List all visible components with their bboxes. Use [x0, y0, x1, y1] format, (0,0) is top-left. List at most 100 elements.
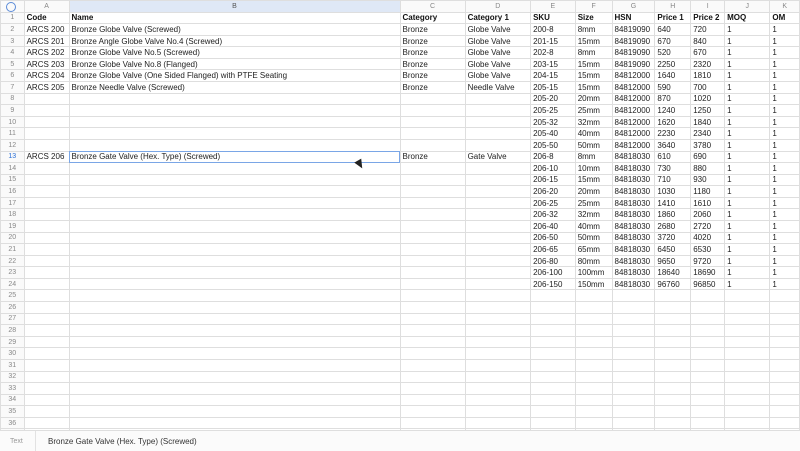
cell-h17[interactable]: 1410 — [654, 196, 692, 210]
cell-h20[interactable]: 3720 — [654, 231, 692, 245]
cell-b20[interactable] — [68, 231, 401, 245]
cell-d33[interactable] — [464, 382, 532, 395]
cell-a19[interactable] — [23, 220, 70, 233]
cell-k4[interactable]: 1 — [769, 46, 800, 59]
cell-b21[interactable] — [68, 243, 401, 256]
cell-b35[interactable] — [68, 405, 401, 418]
cell-j1[interactable]: MOQ — [724, 11, 771, 25]
cell-j25[interactable] — [724, 289, 771, 303]
cell-k17[interactable]: 1 — [769, 196, 800, 210]
cell-f36[interactable] — [574, 416, 613, 430]
row-header[interactable]: 33 — [0, 382, 25, 395]
cell-k28[interactable] — [769, 324, 800, 337]
cell-b27[interactable] — [68, 312, 401, 326]
cell-f21[interactable]: 65mm — [574, 243, 613, 256]
cell-h14[interactable]: 730 — [654, 162, 692, 175]
cell-a28[interactable] — [23, 324, 70, 337]
row-header[interactable]: 27 — [0, 312, 25, 326]
cell-h4[interactable]: 520 — [654, 46, 692, 59]
cell-g35[interactable] — [611, 405, 656, 418]
cell-a22[interactable] — [23, 254, 70, 268]
cell-f31[interactable] — [574, 358, 613, 372]
cell-f22[interactable]: 80mm — [574, 254, 613, 268]
cell-i13[interactable]: 690 — [690, 150, 726, 164]
cell-b29[interactable] — [68, 335, 401, 349]
cell-j13[interactable]: 1 — [724, 150, 771, 164]
cell-k22[interactable]: 1 — [769, 254, 800, 268]
cell-i29[interactable] — [690, 335, 726, 349]
cell-g4[interactable]: 84819090 — [611, 46, 656, 59]
cell-b2[interactable]: Bronze Globe Valve (Screwed) — [68, 23, 401, 36]
cell-g33[interactable] — [611, 382, 656, 395]
cell-d3[interactable]: Globe Valve — [464, 34, 532, 48]
cell-a4[interactable]: ARCS 202 — [23, 46, 70, 59]
cell-k16[interactable]: 1 — [769, 185, 800, 198]
cell-f4[interactable]: 8mm — [574, 46, 613, 59]
cell-h32[interactable] — [654, 370, 692, 384]
cell-j26[interactable] — [724, 301, 771, 314]
cell-e7[interactable]: 205-15 — [530, 81, 576, 94]
cell-a1[interactable]: Code — [23, 11, 70, 25]
cell-c25[interactable] — [399, 289, 466, 303]
cell-a3[interactable]: ARCS 201 — [23, 34, 70, 48]
cell-c27[interactable] — [399, 312, 466, 326]
cell-g23[interactable]: 84818030 — [611, 266, 656, 279]
cell-j16[interactable]: 1 — [724, 185, 771, 198]
cell-f17[interactable]: 25mm — [574, 196, 613, 210]
cell-i33[interactable] — [690, 382, 726, 395]
cell-a9[interactable] — [23, 104, 70, 117]
cell-e5[interactable]: 203-15 — [530, 57, 576, 71]
cell-a20[interactable] — [23, 231, 70, 245]
cell-b15[interactable] — [68, 173, 401, 187]
cell-b18[interactable] — [68, 208, 401, 221]
spreadsheet-grid[interactable]: ABCDEFGHIJK 1 Code Name Category Category 1S… — [0, 0, 800, 430]
cell-f3[interactable]: 15mm — [574, 34, 613, 48]
cell-h21[interactable]: 6450 — [654, 243, 692, 256]
cell-g19[interactable]: 84818030 — [611, 220, 656, 233]
cell-h1[interactable]: Price 1 — [654, 11, 692, 25]
cell-e23[interactable]: 206-100 — [530, 266, 576, 279]
cell-d20[interactable] — [464, 231, 532, 245]
cell-a11[interactable] — [23, 127, 70, 140]
cell-j4[interactable]: 1 — [724, 46, 771, 59]
cell-b30[interactable] — [68, 347, 401, 360]
cell-k34[interactable] — [769, 393, 800, 407]
cell-h19[interactable]: 2680 — [654, 220, 692, 233]
column-header-i[interactable]: I — [690, 0, 726, 13]
row-header[interactable]: 14 — [0, 162, 25, 175]
cell-b8[interactable] — [68, 92, 401, 106]
cell-i14[interactable]: 880 — [690, 162, 726, 175]
cell-f8[interactable]: 20mm — [574, 92, 613, 106]
cell-d30[interactable] — [464, 347, 532, 360]
cell-g11[interactable]: 84812000 — [611, 127, 656, 140]
cell-f10[interactable]: 32mm — [574, 115, 613, 129]
cell-i35[interactable] — [690, 405, 726, 418]
cell-j9[interactable]: 1 — [724, 104, 771, 117]
row-header[interactable]: 25 — [0, 289, 25, 303]
cell-b9[interactable] — [68, 104, 401, 117]
cell-a8[interactable] — [23, 92, 70, 106]
cell-a7[interactable]: ARCS 205 — [23, 81, 70, 94]
cell-c24[interactable] — [399, 277, 466, 291]
cell-c22[interactable] — [399, 254, 466, 268]
cell-c28[interactable] — [399, 324, 466, 337]
cell-k2[interactable]: 1 — [769, 23, 800, 36]
cell-e21[interactable]: 206-65 — [530, 243, 576, 256]
cell-c15[interactable] — [399, 173, 466, 187]
column-header-a[interactable]: A — [23, 0, 70, 13]
row-header[interactable]: 11 — [0, 127, 25, 140]
cell-g24[interactable]: 84818030 — [611, 277, 656, 291]
cell-i15[interactable]: 930 — [690, 173, 726, 187]
cell-c20[interactable] — [399, 231, 466, 245]
cell-b13[interactable]: Bronze Gate Valve (Hex. Type) (Screwed) — [68, 150, 401, 164]
cell-a5[interactable]: ARCS 203 — [23, 57, 70, 71]
cell-b16[interactable] — [68, 185, 401, 198]
cell-f1[interactable]: Size — [574, 11, 613, 25]
column-header-e[interactable]: E — [530, 0, 576, 13]
cell-f16[interactable]: 20mm — [574, 185, 613, 198]
cell-h9[interactable]: 1240 — [654, 104, 692, 117]
cell-e12[interactable]: 205-50 — [530, 138, 576, 152]
cell-i24[interactable]: 96850 — [690, 277, 726, 291]
cell-g27[interactable] — [611, 312, 656, 326]
cell-f5[interactable]: 15mm — [574, 57, 613, 71]
